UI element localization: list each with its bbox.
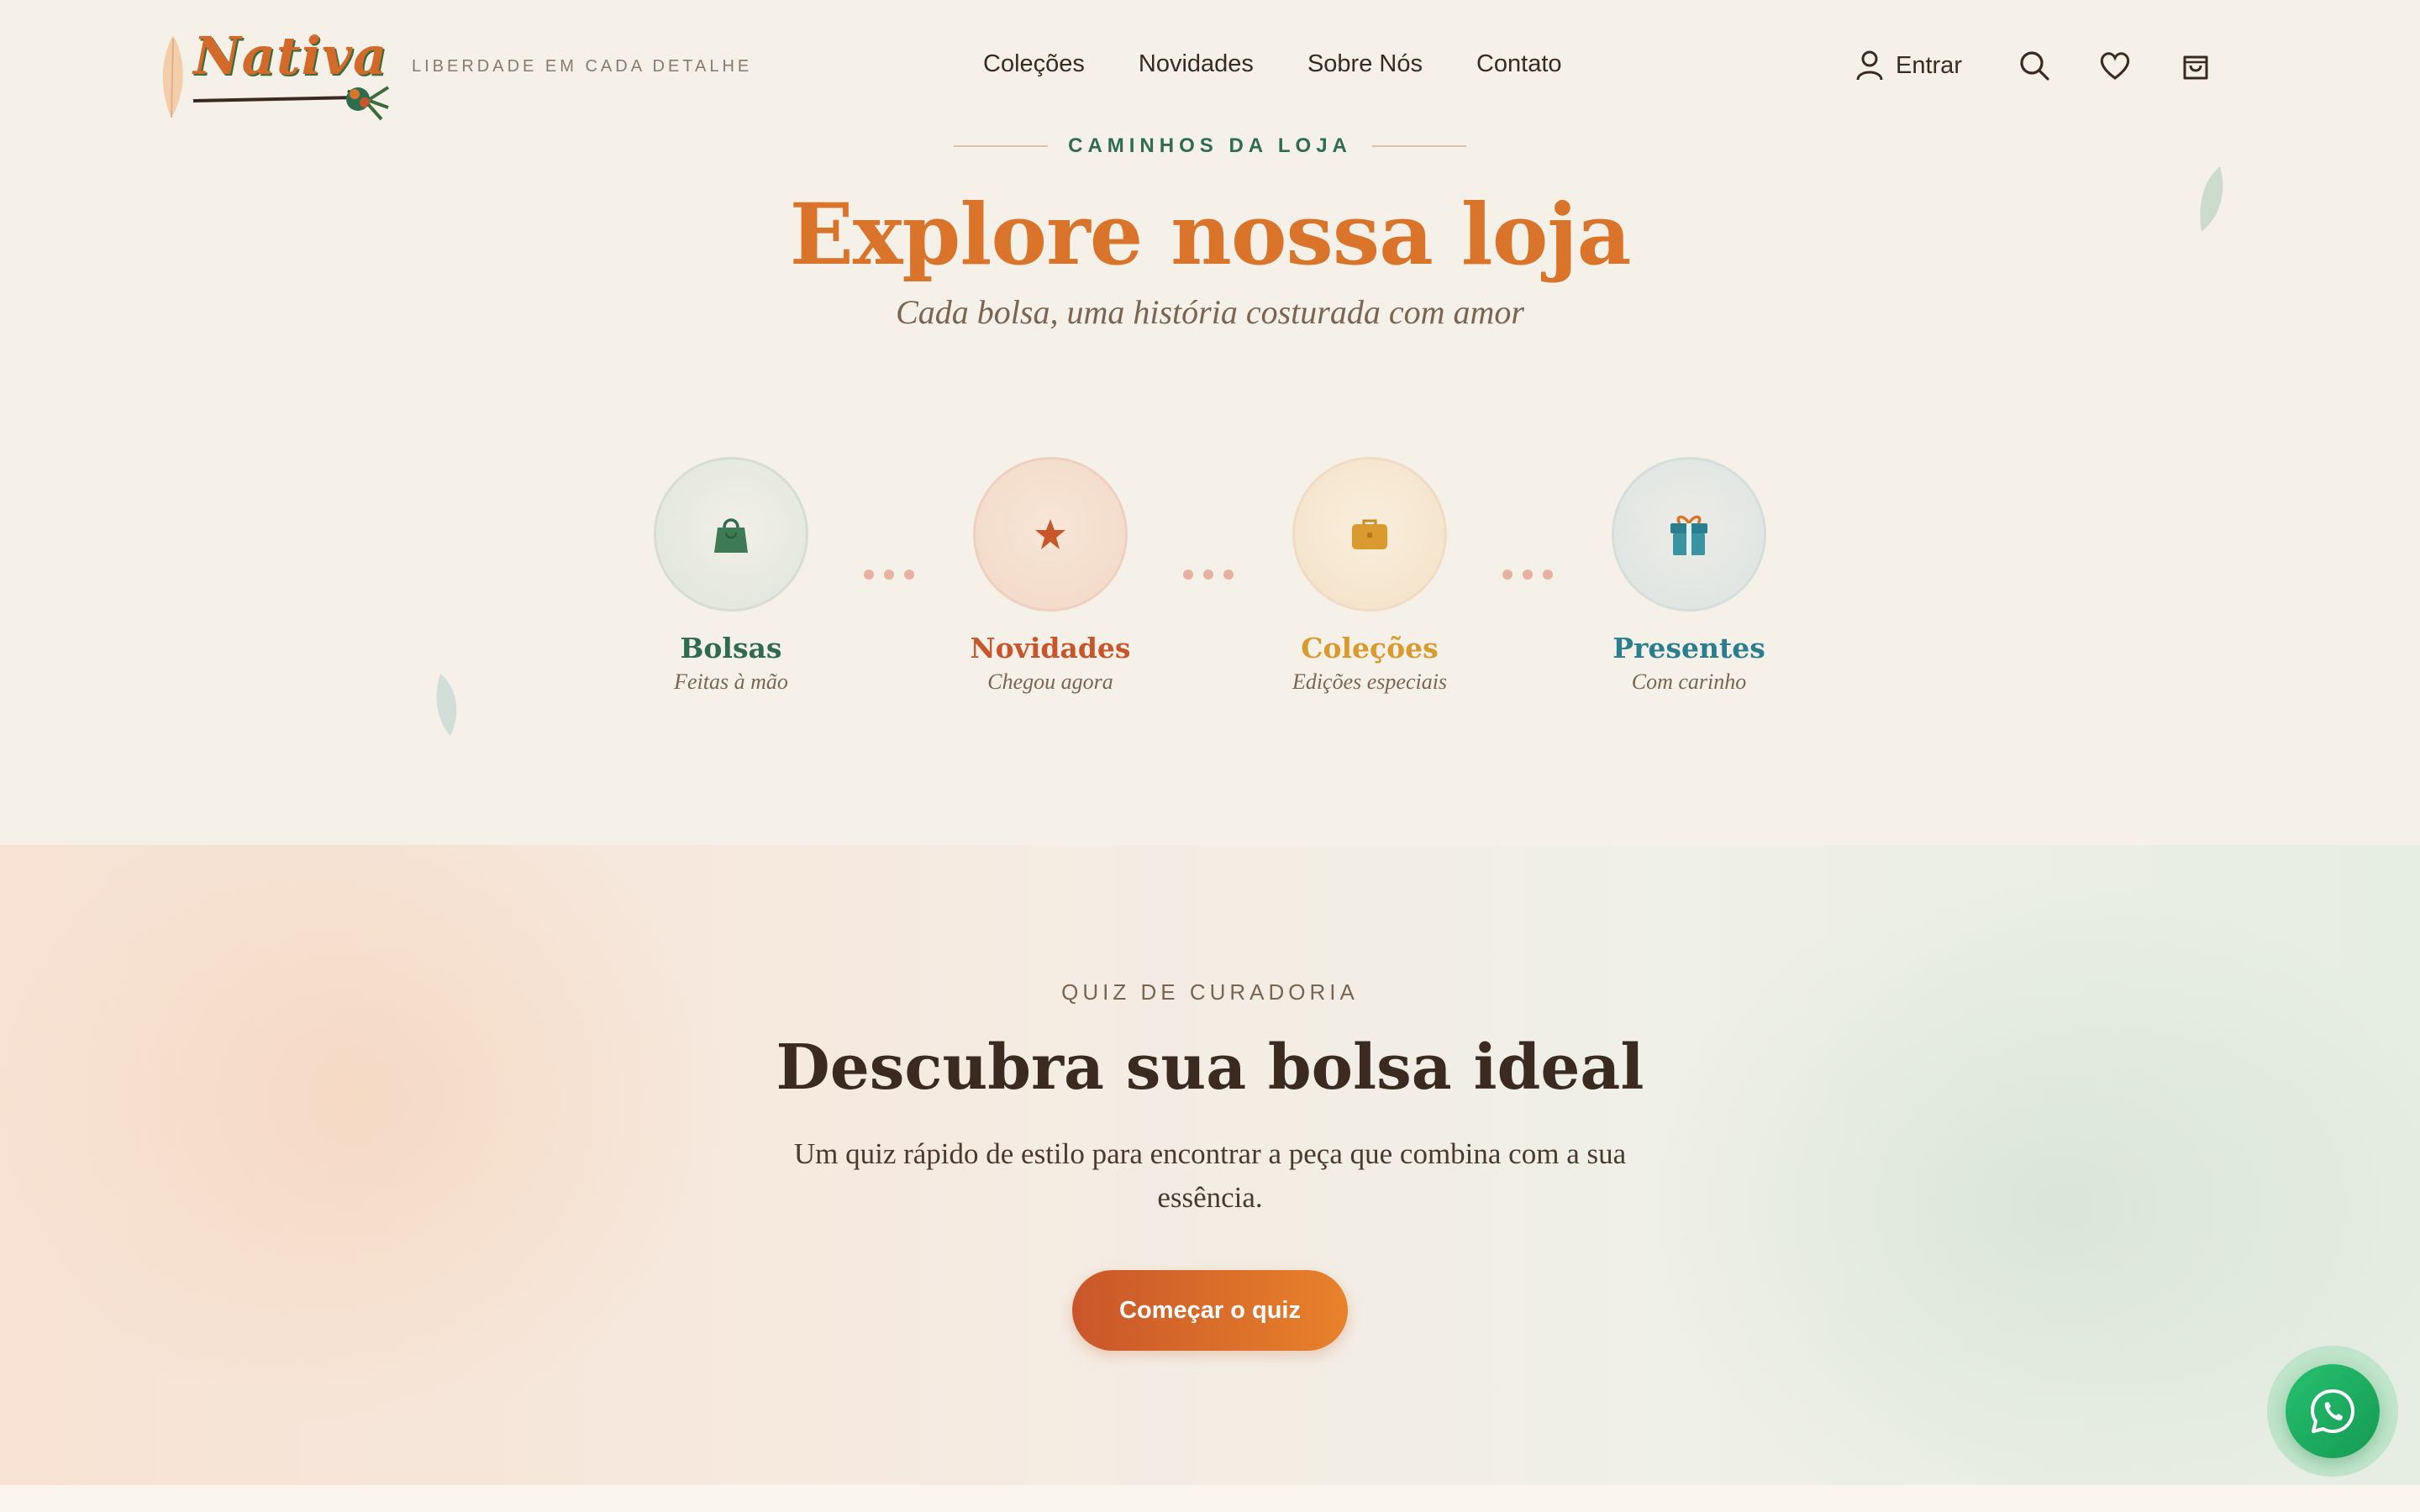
wishlist-button[interactable]: [2096, 47, 2133, 84]
connector-dots: [1502, 570, 1553, 580]
site-header: Nativa LIBERDADE EM CADA DETALHE Coleçõe…: [0, 0, 2420, 134]
main-nav: Coleções Novidades Sobre Nós Contato: [983, 50, 1562, 78]
header-actions: Entrar: [1855, 47, 2214, 84]
connector-dots: [864, 570, 914, 580]
login-label: Entrar: [1896, 51, 1962, 79]
divider: [1371, 145, 1466, 147]
cart-button[interactable]: [2177, 47, 2214, 84]
briefcase-icon: [1352, 519, 1387, 549]
explore-eyebrow: CAMINHOS DA LOJA: [1068, 134, 1352, 157]
login-button[interactable]: Entrar: [1855, 50, 1962, 81]
nav-item-novidades[interactable]: Novidades: [1139, 50, 1254, 78]
next-section-edge: [0, 1485, 2420, 1512]
tagline: LIBERDADE EM CADA DETALHE: [412, 57, 753, 76]
search-icon: [2020, 51, 2049, 81]
path-title: Bolsas: [680, 632, 782, 664]
store-paths: Bolsas Feitas à mão Novidades Chegou ago…: [0, 457, 2420, 709]
nav-item-sobre-nos[interactable]: Sobre Nós: [1307, 50, 1423, 78]
star-icon: [1035, 519, 1065, 549]
path-circle: [973, 457, 1128, 612]
arrow-feather-icon: [192, 86, 390, 121]
path-title: Presentes: [1612, 632, 1765, 664]
path-desc: Feitas à mão: [674, 669, 788, 694]
explore-subtitle: Cada bolsa, uma história costurada com a…: [896, 293, 1524, 331]
path-title: Coleções: [1301, 632, 1439, 664]
logo-wordmark: Nativa: [193, 25, 388, 87]
path-circle: [1612, 457, 1766, 612]
heart-icon: [2100, 52, 2130, 80]
path-desc: Edições especiais: [1292, 669, 1448, 694]
path-desc: Com carinho: [1631, 669, 1747, 694]
divider: [954, 145, 1049, 147]
explore-eyebrow-row: CAMINHOS DA LOJA: [0, 134, 2420, 158]
nav-item-contato[interactable]: Contato: [1476, 50, 1562, 78]
path-circle: [1292, 457, 1447, 612]
whatsapp-icon: [2311, 1389, 2354, 1433]
path-presentes[interactable]: Presentes Com carinho: [1588, 457, 1790, 695]
gift-icon: [1670, 515, 1707, 555]
connector-dots: [1183, 570, 1234, 580]
user-icon: [1856, 50, 1883, 81]
handbag-icon: [714, 518, 748, 553]
nav-item-colecoes[interactable]: Coleções: [983, 50, 1085, 78]
path-desc: Chegou agora: [987, 669, 1113, 694]
start-quiz-button[interactable]: Começar o quiz: [1072, 1270, 1348, 1351]
path-circle: [654, 457, 808, 612]
leaf-logo-icon: [162, 35, 183, 118]
path-colecoes[interactable]: Coleções Edições especiais: [1269, 457, 1470, 695]
explore-title: Explore nossa loja: [789, 185, 1632, 284]
shopping-bag-icon: [2183, 55, 2208, 80]
search-button[interactable]: [2016, 47, 2053, 84]
whatsapp-button[interactable]: [2286, 1364, 2380, 1458]
path-novidades[interactable]: Novidades Chegou agora: [950, 457, 1151, 695]
path-bolsas[interactable]: Bolsas Feitas à mão: [630, 457, 832, 695]
logo[interactable]: Nativa: [156, 24, 400, 121]
quiz-description: Um quiz rápido de estilo para encontrar …: [793, 1137, 1627, 1214]
quiz-eyebrow: QUIZ DE CURADORIA: [1061, 979, 1359, 1005]
quiz-section: QUIZ DE CURADORIA Descubra sua bolsa ide…: [0, 845, 2420, 1485]
path-title: Novidades: [970, 632, 1131, 664]
quiz-title: Descubra sua bolsa ideal: [776, 1032, 1644, 1104]
